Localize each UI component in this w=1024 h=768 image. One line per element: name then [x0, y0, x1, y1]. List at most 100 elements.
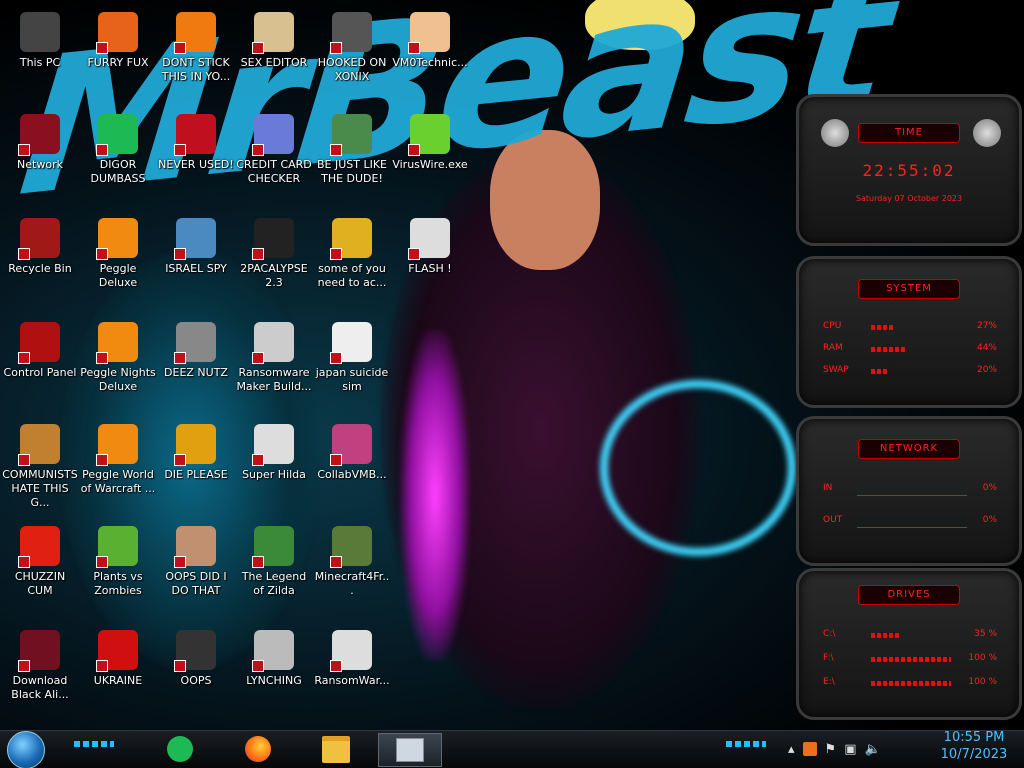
desktop-icon-label: Minecraft4Fr... [314, 570, 390, 597]
desktop-icon[interactable]: This PC [0, 6, 80, 106]
desktop-icon[interactable]: COMMUNISTS HATE THIS G... [0, 418, 80, 518]
desktop-icon[interactable]: Download Black Ali... [0, 624, 80, 724]
system-tray: ▴ ⚑ ▣ 🔈 [788, 731, 881, 767]
desktop-icon[interactable]: DIE PLEASE [156, 418, 236, 518]
taskbar-file-explorer-button[interactable] [314, 733, 358, 765]
desktop-icon[interactable]: Control Panel [0, 316, 80, 416]
desktop-icon[interactable]: FURRY FUX [78, 6, 158, 106]
desktop-icon[interactable]: CollabVMB... [312, 418, 392, 518]
desktop-icon[interactable]: OOPS [156, 624, 236, 724]
desktop-icon[interactable]: BE JUST LIKE THE DUDE! [312, 108, 392, 208]
app-tray-icon[interactable] [802, 742, 817, 756]
desktop-icon[interactable]: CHUZZIN CUM [0, 520, 80, 620]
time-gadget-clock: 22:55:02 [862, 161, 956, 180]
desktop-icon-image [330, 12, 372, 54]
desktop-icon[interactable]: Recycle Bin [0, 212, 80, 312]
desktop-icon-image [96, 12, 138, 54]
gadget-row-value: 100 % [968, 653, 997, 663]
volume-icon[interactable]: 🔈 [864, 742, 880, 757]
firefox-icon [245, 736, 271, 762]
shortcut-arrow-icon [96, 248, 108, 260]
desktop-icon-label: Control Panel [3, 366, 77, 379]
desktop-icon-label: ISRAEL SPY [165, 262, 227, 275]
desktop-icon[interactable]: FLASH ! [390, 212, 470, 312]
desktop-icon-image [330, 114, 372, 156]
desktop-icon-label: CHUZZIN CUM [14, 570, 66, 597]
desktop-icon-label: FLASH ! [408, 262, 452, 275]
desktop-icon[interactable]: Super Hilda [234, 418, 314, 518]
desktop-icon-image [330, 322, 372, 364]
gadget-usage-bar [871, 347, 906, 352]
shortcut-arrow-icon [18, 454, 30, 466]
gadget-row-value: 100 % [968, 677, 997, 687]
desktop-icon[interactable]: NEVER USED! [156, 108, 236, 208]
desktop-icon[interactable]: japan suicide sim [312, 316, 392, 416]
desktop-icon-label: RansomWar... [314, 674, 390, 687]
gadget-row-label: CPU [823, 321, 842, 331]
network-tray-icon[interactable]: ▣ [844, 742, 856, 757]
desktop-icon-label: DONT STICK THIS IN YO... [161, 56, 231, 83]
shortcut-arrow-icon [408, 248, 420, 260]
time-gadget[interactable]: TIME 22:55:02 Saturday 07 October 2023 [796, 94, 1022, 246]
desktop-icon[interactable]: Ransomware Maker Build... [234, 316, 314, 416]
gadget-usage-bar [871, 657, 951, 662]
shortcut-arrow-icon [330, 352, 342, 364]
desktop-icon-image [408, 12, 450, 54]
desktop-icon-image [174, 322, 216, 364]
desktop-icon[interactable]: ISRAEL SPY [156, 212, 236, 312]
shortcut-arrow-icon [330, 556, 342, 568]
action-center-flag-icon[interactable]: ⚑ [825, 742, 837, 757]
taskbar-collabvm-button[interactable] [378, 733, 442, 767]
desktop-icon-label: FURRY FUX [87, 56, 149, 69]
desktop-icon[interactable]: SEX EDITOR [234, 6, 314, 106]
desktop-icon-label: Plants vs Zombies [93, 570, 143, 597]
desktop-icon-image [20, 12, 60, 52]
desktop-icon[interactable]: Peggle World of Warcraft ... [78, 418, 158, 518]
taskbar-firefox-button[interactable] [236, 733, 280, 765]
desktop-icon[interactable]: DIGOR DUMBASS [78, 108, 158, 208]
system-gadget[interactable]: SYSTEM CPU 27% RAM 44% SWAP 20% [796, 256, 1022, 408]
shortcut-arrow-icon [18, 556, 30, 568]
desktop-icon[interactable]: VirusWire.exe [390, 108, 470, 208]
alien-logo-icon [973, 119, 1001, 147]
desktop-icon[interactable]: CREDIT CARD CHECKER [234, 108, 314, 208]
gadget-row-label: RAM [823, 343, 843, 353]
shortcut-arrow-icon [408, 42, 420, 54]
shortcut-arrow-icon [330, 454, 342, 466]
shortcut-arrow-icon [96, 660, 108, 672]
desktop-icon[interactable]: The Legend of Zilda [234, 520, 314, 620]
drives-gadget[interactable]: DRIVES C:\ 35 % F:\ 100 % E:\ 100 % [796, 568, 1022, 720]
shortcut-arrow-icon [96, 352, 108, 364]
desktop-icon[interactable]: RansomWar... [312, 624, 392, 724]
gadget-usage-bar [871, 633, 899, 638]
network-gadget[interactable]: NETWORK IN 0% OUT 0% [796, 416, 1022, 566]
desktop-icon-image [330, 526, 372, 568]
desktop-icon-image [174, 218, 216, 260]
desktop-icon[interactable]: some of you need to ac... [312, 212, 392, 312]
shortcut-arrow-icon [18, 248, 30, 260]
gadget-row-value: 20% [976, 365, 997, 375]
desktop-icon[interactable]: Network [0, 108, 80, 208]
desktop-icon[interactable]: 2PACALYPSE 2.3 [234, 212, 314, 312]
taskbar-clock[interactable]: 10:55 PM 10/7/2023 [932, 729, 1016, 763]
desktop-icon[interactable]: Minecraft4Fr... [312, 520, 392, 620]
gadget-row-label: E:\ [823, 677, 835, 687]
shortcut-arrow-icon [252, 454, 264, 466]
desktop-icon[interactable]: DEEZ NUTZ [156, 316, 236, 416]
show-hidden-icons-icon[interactable]: ▴ [788, 742, 795, 757]
desktop-icon[interactable]: LYNCHING [234, 624, 314, 724]
start-button[interactable] [7, 731, 45, 768]
taskbar-spotify-button[interactable] [158, 733, 202, 765]
desktop-icon[interactable]: Peggle Deluxe [78, 212, 158, 312]
desktop-icon[interactable]: DONT STICK THIS IN YO... [156, 6, 236, 106]
desktop-icon[interactable]: Peggle Nights Deluxe [78, 316, 158, 416]
desktop-icon[interactable]: HOOKED ON XONIX [312, 6, 392, 106]
desktop-icon-label: VM0Technic... [392, 56, 468, 69]
desktop-icon[interactable]: Plants vs Zombies [78, 520, 158, 620]
desktop-icon-image [252, 218, 294, 260]
shortcut-arrow-icon [174, 660, 186, 672]
desktop-icon[interactable]: UKRAINE [78, 624, 158, 724]
desktop-icon[interactable]: VM0Technic... [390, 6, 470, 106]
desktop-icon[interactable]: OOPS DID I DO THAT [156, 520, 236, 620]
shortcut-arrow-icon [252, 248, 264, 260]
